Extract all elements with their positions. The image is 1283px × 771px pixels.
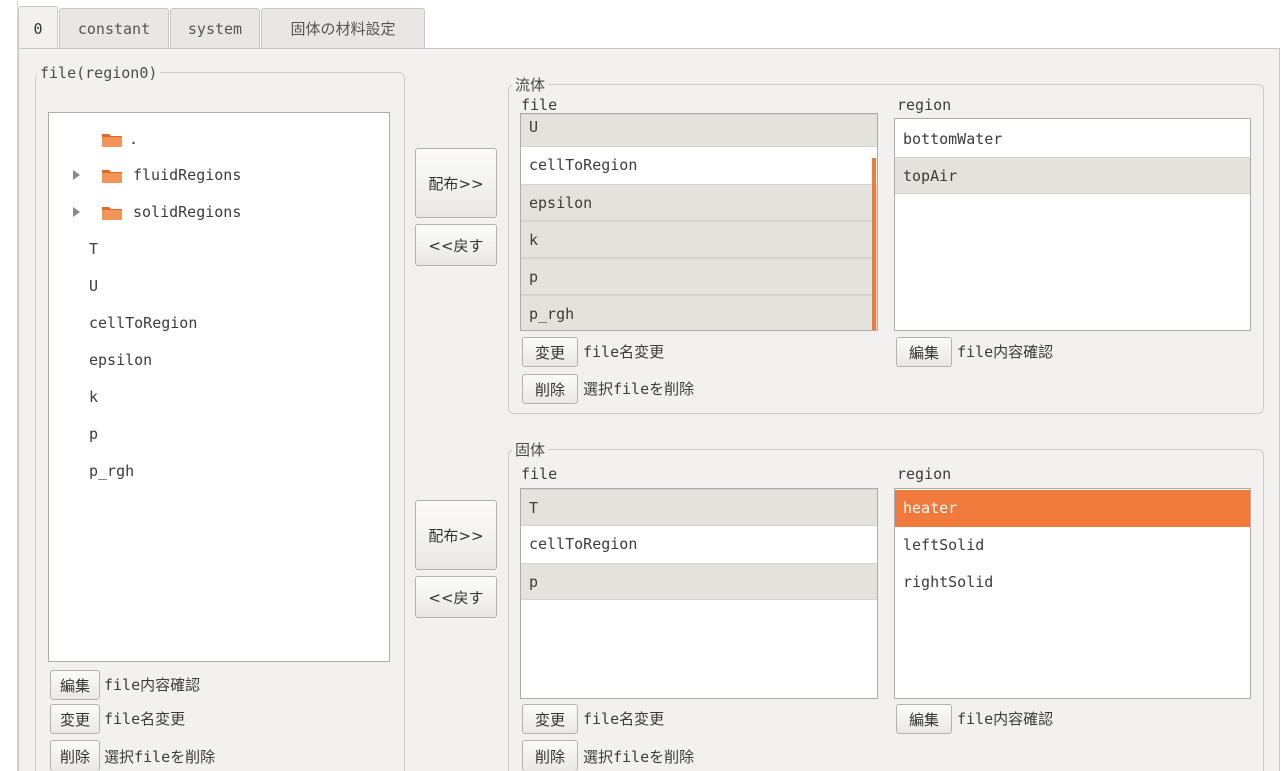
left-edit-button[interactable]: 編集 (50, 670, 100, 700)
region0-frame-label: file(region0) (37, 64, 161, 82)
fluid-file-list[interactable]: U cellToRegion epsilon k p p_rgh (520, 113, 878, 331)
region0-tree[interactable]: . fluidRegions solidRegions T U cellToRe… (48, 112, 390, 662)
left-rename-caption: file名変更 (104, 710, 186, 728)
list-item[interactable]: p (521, 563, 877, 600)
solid-edit-button[interactable]: 編集 (896, 704, 952, 734)
tree-row-p[interactable]: p (49, 416, 389, 453)
list-item[interactable]: k (521, 221, 877, 258)
tree-label: . (129, 130, 139, 148)
solid-rename-button[interactable]: 変更 (522, 704, 578, 734)
expander-arrow-icon[interactable] (73, 207, 80, 217)
tree-row-p-rgh[interactable]: p_rgh (49, 453, 389, 490)
list-item[interactable]: cellToRegion (521, 526, 877, 563)
list-item[interactable]: bottomWater (895, 121, 1250, 158)
solid-delete-caption: 選択fileを削除 (583, 748, 695, 766)
tree-row-fluidregions[interactable]: fluidRegions (49, 157, 389, 194)
folder-icon (102, 134, 122, 147)
left-delete-button[interactable]: 削除 (50, 740, 100, 771)
left-edit-caption: file内容確認 (104, 676, 201, 694)
fluid-rename-button[interactable]: 変更 (522, 337, 578, 367)
solid-region-list[interactable]: heater leftSolid rightSolid (894, 488, 1251, 699)
left-rename-button[interactable]: 変更 (50, 704, 100, 734)
solid-rename-caption: file名変更 (583, 710, 665, 728)
tree-row-t[interactable]: T (49, 231, 389, 268)
fluid-frame-label: 流体 (512, 76, 549, 94)
tab-0[interactable]: 0 (18, 6, 58, 50)
scroll-indicator[interactable] (872, 158, 876, 330)
fluid-region-header: region (897, 96, 952, 114)
tree-row-dot[interactable]: . (49, 121, 389, 158)
fluid-rename-caption: file名変更 (583, 343, 665, 361)
left-delete-caption: 選択fileを削除 (104, 748, 216, 766)
list-item[interactable]: cellToRegion (521, 147, 877, 184)
solid-region-header: region (897, 465, 952, 483)
solid-delete-button[interactable]: 削除 (522, 740, 578, 771)
list-item[interactable]: leftSolid (895, 527, 1250, 564)
list-item[interactable]: T (521, 489, 877, 526)
fluid-region-list[interactable]: bottomWater topAir (894, 118, 1251, 331)
solid-distribute-button[interactable]: 配布>> (415, 500, 497, 570)
fluid-return-button[interactable]: <<戻す (415, 224, 497, 266)
solid-frame-label: 固体 (512, 441, 549, 459)
fluid-file-header: file (521, 96, 558, 114)
list-item[interactable]: epsilon (521, 184, 877, 221)
list-item[interactable]: p_rgh (521, 295, 877, 330)
tree-row-solidregions[interactable]: solidRegions (49, 194, 389, 231)
list-item[interactable]: p (521, 258, 877, 295)
tab-solid-material[interactable]: 固体の材料設定 (261, 8, 425, 48)
fluid-delete-caption: 選択fileを削除 (583, 380, 695, 398)
solid-file-header: file (521, 465, 558, 483)
tree-label: solidRegions (133, 203, 242, 221)
tree-row-celltoregion[interactable]: cellToRegion (49, 305, 389, 342)
expander-arrow-icon[interactable] (73, 170, 80, 180)
fluid-edit-button[interactable]: 編集 (896, 337, 952, 367)
tree-row-u[interactable]: U (49, 268, 389, 305)
solid-edit-caption: file内容確認 (957, 710, 1054, 728)
solid-return-button[interactable]: <<戻す (415, 576, 497, 618)
list-item[interactable]: topAir (895, 157, 1250, 194)
fluid-distribute-button[interactable]: 配布>> (415, 148, 497, 218)
tab-constant[interactable]: constant (59, 8, 169, 48)
tab-bar: 0 constant system 固体の材料設定 (18, 0, 1283, 50)
list-item[interactable]: heater (895, 490, 1250, 527)
fluid-edit-caption: file内容確認 (957, 343, 1054, 361)
fluid-delete-button[interactable]: 削除 (522, 374, 578, 404)
tab-system[interactable]: system (170, 8, 260, 48)
tree-row-epsilon[interactable]: epsilon (49, 342, 389, 379)
solid-file-list[interactable]: T cellToRegion p (520, 488, 878, 699)
folder-icon (102, 170, 122, 183)
window-left-edge (0, 0, 18, 771)
tree-label: fluidRegions (133, 166, 242, 184)
list-item[interactable]: U (521, 114, 877, 147)
tree-row-k[interactable]: k (49, 379, 389, 416)
folder-icon (102, 207, 122, 220)
list-item[interactable]: rightSolid (895, 564, 1250, 601)
